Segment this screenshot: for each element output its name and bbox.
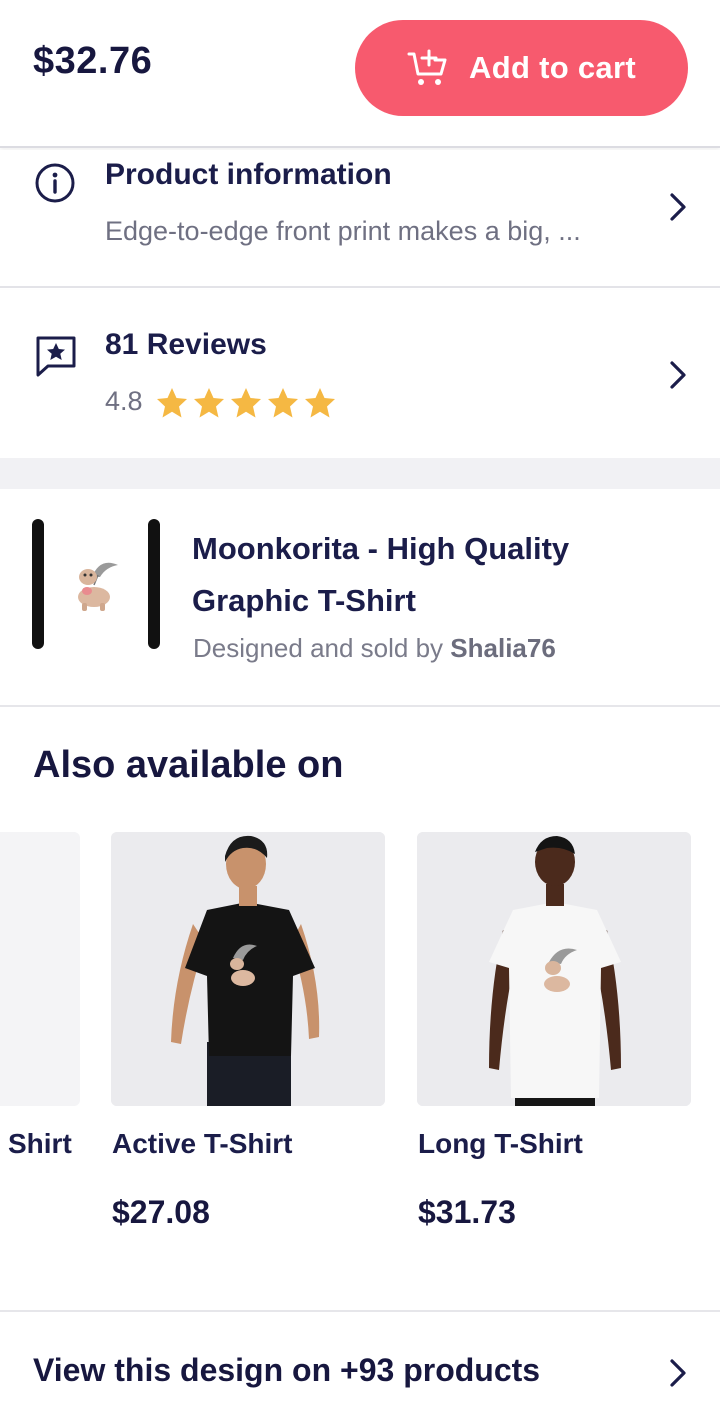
section-divider: [0, 458, 720, 489]
product-card-active-tshirt[interactable]: [111, 832, 385, 1106]
reviews-count: 81 Reviews: [105, 328, 267, 361]
model-in-black-tshirt-image: [111, 832, 385, 1106]
rating-value: 4.8: [105, 386, 143, 416]
star-rating: [155, 387, 337, 419]
cart-add-icon: [407, 49, 447, 85]
model-in-white-long-tshirt-image: [417, 832, 691, 1106]
product-card-active-tshirt-name[interactable]: Active T-Shirt: [112, 1128, 292, 1160]
product-card-partial[interactable]: [0, 832, 80, 1106]
design-attribution: Designed and sold by Shalia76: [193, 633, 556, 664]
product-card-long-tshirt-name[interactable]: Long T-Shirt: [418, 1128, 583, 1160]
chevron-right-icon: [670, 1359, 686, 1387]
chevron-right-icon: [670, 193, 686, 221]
product-information-summary: Edge-to-edge front print makes a big, ..…: [105, 216, 581, 246]
product-card-partial-name[interactable]: Shirt: [8, 1128, 72, 1160]
design-thumbnail[interactable]: [30, 519, 162, 649]
star-icon: [268, 388, 298, 418]
star-icon: [231, 388, 261, 418]
add-to-cart-label: Add to cart: [469, 50, 636, 85]
add-to-cart-button[interactable]: Add to cart: [355, 20, 688, 116]
star-icon: [305, 388, 335, 418]
sold-by-prefix: Designed and sold by: [193, 633, 451, 663]
sticky-purchase-bar: $32.76 Add to cart: [0, 0, 720, 148]
product-information-title: Product information: [105, 158, 392, 191]
product-card-active-tshirt-price: $27.08: [112, 1194, 210, 1230]
product-card-long-tshirt-price: $31.73: [418, 1194, 516, 1230]
review-star-bubble-icon: [36, 336, 76, 377]
chevron-right-icon: [670, 361, 686, 389]
reviews-row[interactable]: 81 Reviews 4.8: [0, 290, 720, 458]
design-card[interactable]: Moonkorita - High Quality Graphic T-Shir…: [0, 489, 720, 707]
star-icon: [194, 388, 224, 418]
dog-with-umbrella-illustration: [78, 562, 118, 611]
design-title[interactable]: Moonkorita - High Quality Graphic T-Shir…: [192, 523, 692, 627]
view-design-on-products-row[interactable]: View this design on +93 products: [0, 1310, 720, 1420]
product-information-row[interactable]: Product information Edge-to-edge front p…: [0, 150, 720, 288]
product-card-long-tshirt[interactable]: [417, 832, 691, 1106]
star-icon: [157, 388, 187, 418]
view-design-on-products-label: View this design on +93 products: [33, 1352, 541, 1388]
product-price: $32.76: [33, 40, 153, 82]
artist-link[interactable]: Shalia76: [450, 633, 556, 663]
also-available-heading: Also available on: [33, 744, 344, 786]
info-icon: [35, 163, 75, 203]
